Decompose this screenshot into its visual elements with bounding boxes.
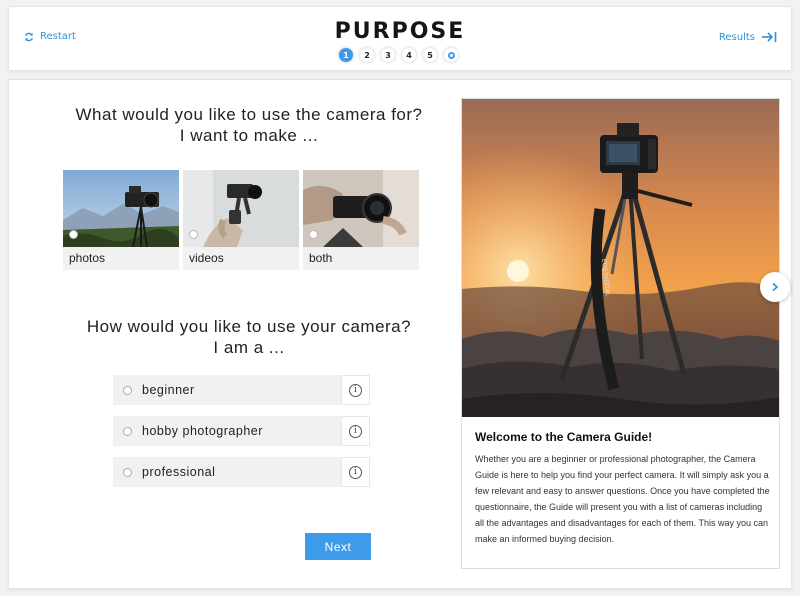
purpose-options: photos videos both — [63, 170, 419, 270]
option-both[interactable]: both — [303, 170, 419, 270]
question-level: How would you like to use your camera? I… — [49, 316, 449, 358]
radio-professional[interactable] — [123, 467, 132, 477]
step-3[interactable]: 3 — [381, 48, 395, 62]
level-options: beginner i hobby photographer i professi… — [113, 375, 370, 498]
info-button-professional[interactable]: i — [341, 457, 370, 487]
option-beginner: beginner i — [113, 375, 370, 405]
info-icon: i — [349, 465, 362, 479]
step-indicator: 1 2 3 4 5 — [339, 48, 458, 62]
chevron-right-icon — [772, 282, 779, 292]
option-professional: professional i — [113, 457, 370, 487]
step-1[interactable]: 1 — [339, 48, 353, 62]
both-image — [303, 170, 419, 247]
main-card: What would you like to use the camera fo… — [8, 79, 792, 589]
option-photos[interactable]: photos — [63, 170, 179, 270]
question-level-line1: How would you like to use your camera? — [86, 317, 412, 336]
page-title: PURPOSE — [334, 19, 466, 44]
question-purpose-line1: What would you like to use the camera fo… — [75, 105, 423, 124]
videos-image — [183, 170, 299, 247]
step-2[interactable]: 2 — [360, 48, 374, 62]
photos-image — [63, 170, 179, 247]
info-icon: i — [349, 383, 362, 397]
radio-hobby-photographer[interactable] — [123, 426, 132, 436]
question-level-line2: I am a ... — [213, 338, 285, 357]
radio-videos[interactable] — [189, 230, 198, 239]
panel-heading: Welcome to the Camera Guide! — [475, 430, 653, 444]
info-button-beginner[interactable]: i — [341, 375, 370, 405]
results-button[interactable]: Results — [719, 31, 777, 43]
carousel-next-button[interactable] — [760, 272, 790, 302]
next-button[interactable]: Next — [305, 533, 371, 560]
option-videos[interactable]: videos — [183, 170, 299, 270]
step-results[interactable] — [444, 48, 458, 62]
option-professional-select[interactable]: professional — [113, 457, 341, 487]
panel-body: Whether you are a beginner or profession… — [475, 454, 770, 544]
option-professional-label: professional — [142, 465, 216, 479]
option-photos-label: photos — [69, 251, 106, 265]
radio-both[interactable] — [309, 230, 318, 239]
option-hobby-photographer: hobby photographer i — [113, 416, 370, 446]
info-panel: EOS DIGITAL Welcome to the Camera Guide!… — [461, 98, 780, 569]
ring-icon — [447, 51, 455, 59]
radio-beginner[interactable] — [123, 385, 132, 395]
option-beginner-select[interactable]: beginner — [113, 375, 341, 405]
option-both-label: both — [309, 251, 333, 265]
info-icon: i — [349, 424, 362, 438]
question-purpose: What would you like to use the camera fo… — [49, 104, 449, 146]
option-videos-label: videos — [189, 251, 224, 265]
top-bar: Restart PURPOSE 1 2 3 4 5 Results — [8, 6, 792, 71]
option-hobby-photographer-select[interactable]: hobby photographer — [113, 416, 341, 446]
option-hobby-photographer-label: hobby photographer — [142, 424, 263, 438]
radio-photos[interactable] — [69, 230, 78, 239]
question-purpose-line2: I want to make ... — [179, 126, 319, 145]
results-label: Results — [718, 31, 755, 43]
hero-image: EOS DIGITAL — [462, 99, 779, 417]
step-4[interactable]: 4 — [402, 48, 416, 62]
step-5[interactable]: 5 — [423, 48, 437, 62]
arrow-to-right-icon — [762, 32, 777, 42]
option-beginner-label: beginner — [142, 383, 195, 397]
info-button-hobby-photographer[interactable]: i — [341, 416, 370, 446]
